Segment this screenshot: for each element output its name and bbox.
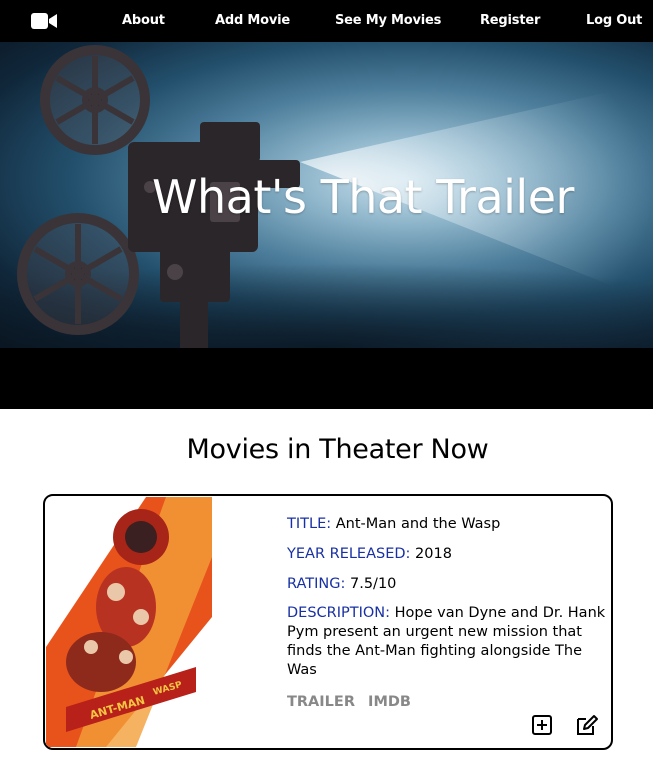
- hero-title: What's That Trailer: [152, 170, 574, 224]
- nav-log-out[interactable]: Log Out: [586, 13, 642, 28]
- hero-bottom-band: [0, 348, 653, 409]
- hero-banner: What's That Trailer: [0, 42, 653, 348]
- trailer-link[interactable]: TRAILER: [287, 694, 355, 710]
- movie-rating-row: RATING: 7.5/10: [287, 574, 607, 594]
- nav-add-movie[interactable]: Add Movie: [215, 13, 290, 28]
- movie-info: TITLE: Ant-Man and the Wasp YEAR RELEASE…: [287, 514, 607, 690]
- movie-year-row: YEAR RELEASED: 2018: [287, 544, 607, 564]
- movie-rating: 7.5/10: [350, 576, 397, 592]
- movie-links: TRAILER IMDB: [287, 694, 419, 710]
- description-label: DESCRIPTION:: [287, 605, 391, 621]
- nav-about[interactable]: About: [122, 13, 165, 28]
- movie-card: ANT-MAN WASP TITLE: Ant-Man and the Wasp…: [43, 494, 613, 750]
- top-navbar: About Add Movie See My Movies Register L…: [0, 0, 653, 42]
- nav-see-my-movies[interactable]: See My Movies: [335, 13, 441, 28]
- movie-year: 2018: [415, 546, 452, 562]
- video-camera-icon[interactable]: [31, 12, 57, 30]
- nav-register[interactable]: Register: [480, 13, 540, 28]
- movie-description-row: DESCRIPTION: Hope van Dyne and Dr. Hank …: [287, 604, 607, 680]
- plus-square-icon[interactable]: [531, 714, 553, 736]
- edit-icon[interactable]: [575, 714, 598, 736]
- title-label: TITLE:: [287, 516, 332, 532]
- movie-poster[interactable]: ANT-MAN WASP: [46, 497, 212, 747]
- movie-title: Ant-Man and the Wasp: [335, 516, 501, 532]
- year-label: YEAR RELEASED:: [287, 546, 411, 562]
- section-title: Movies in Theater Now: [186, 434, 489, 465]
- rating-label: RATING:: [287, 576, 346, 592]
- movie-title-row: TITLE: Ant-Man and the Wasp: [287, 514, 607, 534]
- imdb-link[interactable]: IMDB: [368, 694, 411, 710]
